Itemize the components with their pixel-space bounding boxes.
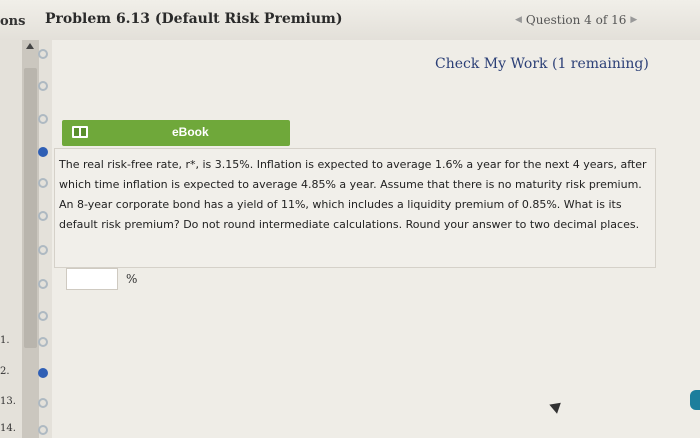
main-panel: Check My Work (1 remaining) eBook The re… <box>52 40 700 438</box>
question-nav-dot[interactable] <box>38 147 48 157</box>
question-counter: Question 4 of 16 <box>525 13 627 27</box>
question-nav-dot[interactable] <box>38 114 48 124</box>
question-nav-dot[interactable] <box>38 279 48 289</box>
question-nav-dot[interactable] <box>38 245 48 255</box>
question-navigator: ◀ Question 4 of 16 ▶ <box>515 13 637 27</box>
question-nav-dot[interactable] <box>38 368 48 378</box>
question-number-label: 13. <box>0 396 16 407</box>
question-nav-dot[interactable] <box>38 398 48 408</box>
question-nav-dot[interactable] <box>38 425 48 435</box>
question-box: The real risk-free rate, r*, is 3.15%. I… <box>54 148 656 268</box>
ebook-button[interactable]: eBook <box>62 120 290 146</box>
top-bar: ons Problem 6.13 (Default Risk Premium) … <box>0 0 700 41</box>
check-my-work-link[interactable]: Check My Work (1 remaining) <box>435 56 649 72</box>
question-text: The real risk-free rate, r*, is 3.15%. I… <box>59 158 647 231</box>
prev-question-icon[interactable]: ◀ <box>515 15 522 25</box>
problem-title: Problem 6.13 (Default Risk Premium) <box>45 11 343 27</box>
question-number-label: 1. <box>0 335 10 346</box>
book-icon <box>72 126 88 138</box>
answer-input[interactable] <box>66 268 118 290</box>
sidebar-scrollbar[interactable] <box>22 40 39 438</box>
question-nav-dot[interactable] <box>38 211 48 221</box>
ebook-label: eBook <box>172 125 209 139</box>
question-nav-dot[interactable] <box>38 337 48 347</box>
scroll-up-icon[interactable] <box>26 43 34 49</box>
app-window: ons Problem 6.13 (Default Risk Premium) … <box>0 0 700 438</box>
question-number-label: 2. <box>0 366 10 377</box>
sidebar-header-fragment: ons <box>0 14 26 29</box>
scroll-thumb[interactable] <box>24 68 37 348</box>
percent-unit-label: % <box>126 272 138 286</box>
question-number-label: 14. <box>0 423 16 434</box>
question-nav-dot[interactable] <box>38 49 48 59</box>
question-nav-dot[interactable] <box>38 81 48 91</box>
mouse-cursor-icon <box>549 398 565 414</box>
next-question-icon[interactable]: ▶ <box>630 15 637 25</box>
answer-row: % <box>66 268 137 290</box>
question-nav-dot[interactable] <box>38 311 48 321</box>
edge-tab-icon <box>690 390 700 410</box>
question-nav-dot[interactable] <box>38 178 48 188</box>
